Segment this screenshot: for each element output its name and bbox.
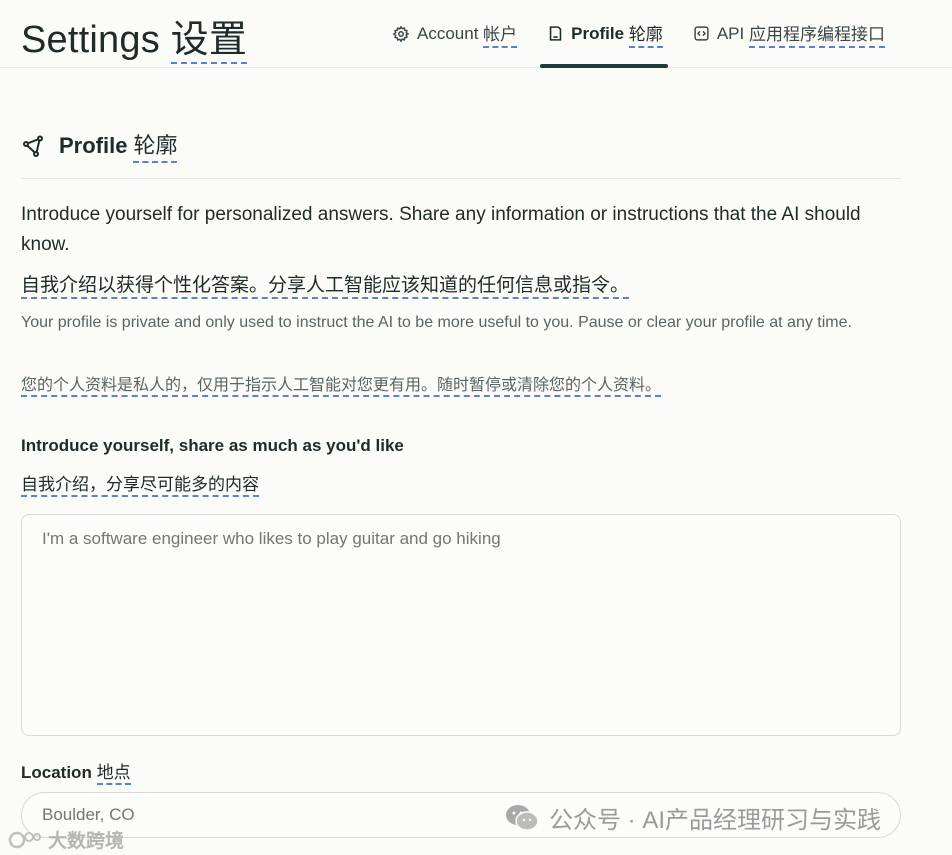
intro-textarea[interactable]: [21, 514, 901, 736]
intro-translation-text: 自我介绍以获得个性化答案。分享人工智能应该知道的任何信息或指令。: [21, 275, 630, 299]
tab-profile[interactable]: Profile 轮廓: [540, 0, 668, 68]
section-title-text: Profile: [59, 132, 128, 158]
intro-field-label: Introduce yourself, share as much as you…: [21, 436, 404, 455]
tab-api[interactable]: API 应用程序编程接口: [689, 0, 885, 67]
privacy-note: Your profile is private and only used to…: [21, 314, 852, 331]
tab-account[interactable]: Account 帐户: [388, 0, 518, 67]
section-title: Profile 轮廓: [21, 128, 178, 163]
corner-logo-icon: [8, 831, 41, 848]
wechat-icon: [506, 804, 539, 831]
tab-profile-translation: 轮廓: [628, 20, 663, 48]
privacy-translation-text: 您的个人资料是私人的，仅用于指示人工智能对您更有用。随时暂停或清除您的个人资料。: [21, 377, 662, 397]
code-brackets-icon: [694, 26, 709, 41]
intro-field-label-translation-text: 自我介绍，分享尽可能多的内容: [21, 475, 259, 497]
share-nodes-icon: [23, 135, 43, 157]
wechat-watermark-text: 公众号 · AI产品经理研习与实践: [549, 807, 882, 834]
intro-translation: 自我介绍以获得个性化答案。分享人工智能应该知道的任何信息或指令。: [21, 270, 630, 299]
location-label-text: Location: [21, 763, 92, 782]
intro-text: Introduce yourself for personalized answ…: [21, 204, 861, 255]
tab-api-label: API: [716, 23, 745, 43]
corner-watermark-text: 大数跨境: [48, 831, 125, 852]
gear-icon: [392, 25, 410, 43]
profile-card-icon: [549, 26, 562, 41]
location-label-translation: 地点: [96, 763, 131, 785]
page-title-text: Settings: [21, 19, 160, 61]
wechat-watermark: 公众号 · AI产品经理研习与实践: [505, 800, 881, 835]
settings-header: Settings 设置 Account 帐户 Profile 轮廓 API 应用…: [0, 0, 952, 68]
page-title: Settings 设置: [21, 8, 248, 64]
section-title-translation: 轮廓: [133, 128, 178, 163]
tab-api-translation: 应用程序编程接口: [748, 20, 885, 48]
section-divider: [21, 178, 901, 179]
location-field-label: Location 地点: [21, 758, 131, 785]
corner-watermark: 大数跨境: [8, 826, 124, 853]
intro-field-label-translation: 自我介绍，分享尽可能多的内容: [21, 470, 259, 497]
privacy-translation: 您的个人资料是私人的，仅用于指示人工智能对您更有用。随时暂停或清除您的个人资料。: [21, 371, 662, 397]
tab-profile-label: Profile: [571, 23, 625, 43]
tab-account-translation: 帐户: [483, 20, 518, 48]
tab-account-label: Account: [417, 23, 479, 43]
page-title-translation: 设置: [170, 19, 248, 64]
settings-tabs: Account 帐户 Profile 轮廓 API 应用程序编程接口: [388, 0, 911, 68]
